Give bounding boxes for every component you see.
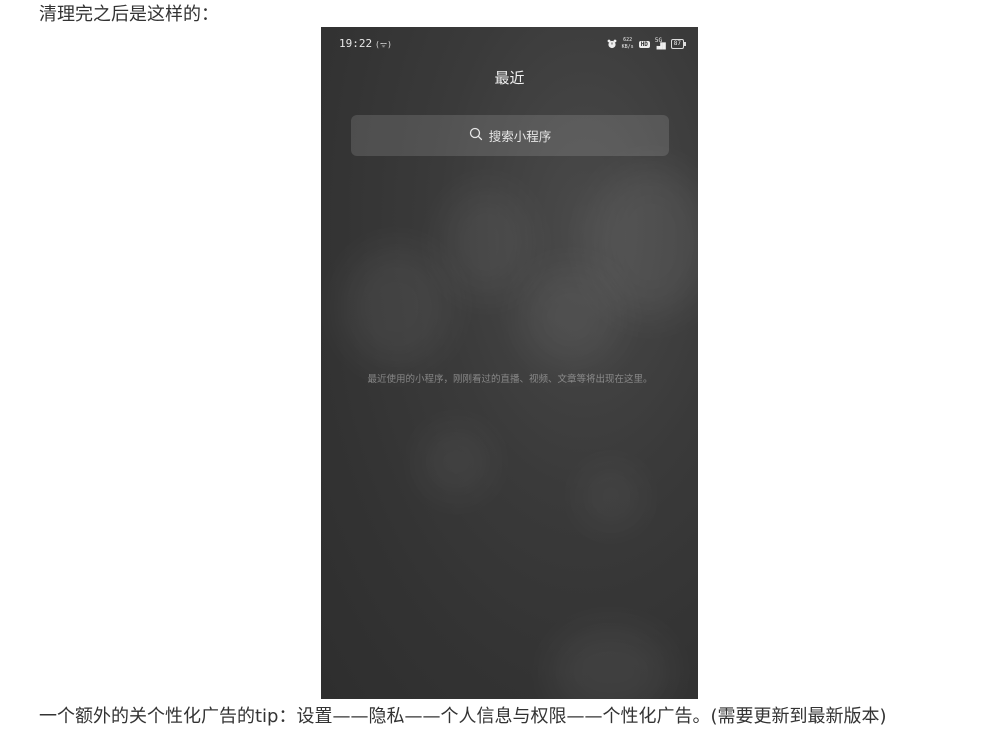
status-icons: 622 KB/s HD 5G ▗▟█ 87 (607, 37, 687, 51)
search-icon (469, 127, 483, 144)
phone-screenshot: 19:22 (ᯤ) 622 KB/s HD 5G ▗▟█ 87 最近 搜索小程序… (321, 27, 698, 699)
empty-state-message: 最近使用的小程序，刚刚看过的直播、视频、文章等将出现在这里。 (367, 374, 653, 385)
alarm-icon (607, 39, 617, 49)
speed-unit: KB/s (621, 44, 634, 50)
search-bar[interactable]: 搜索小程序 (351, 115, 669, 156)
clock-time: 19:22 (339, 37, 373, 50)
network-type: 5G ▗▟█ (655, 38, 666, 50)
search-placeholder: 搜索小程序 (488, 129, 552, 144)
signal-bars-icon: ▗▟█ (654, 43, 666, 50)
status-bar: 19:22 (ᯤ) 622 KB/s HD 5G ▗▟█ 87 (321, 27, 698, 61)
intro-paragraph: 清理完之后是这样的： (39, 4, 219, 25)
battery-icon: 87 (670, 39, 687, 49)
tip-paragraph: 一个额外的关个性化广告的tip：设置——隐私——个人信息与权限——个性化广告。(… (39, 706, 887, 727)
network-speed: 622 KB/s (622, 37, 634, 51)
speed-value: 622 (623, 37, 633, 43)
page-title: 最近 (494, 69, 525, 87)
wifi-calling-icon: (ᯤ) (375, 40, 392, 49)
hd-badge: HD (638, 40, 650, 48)
